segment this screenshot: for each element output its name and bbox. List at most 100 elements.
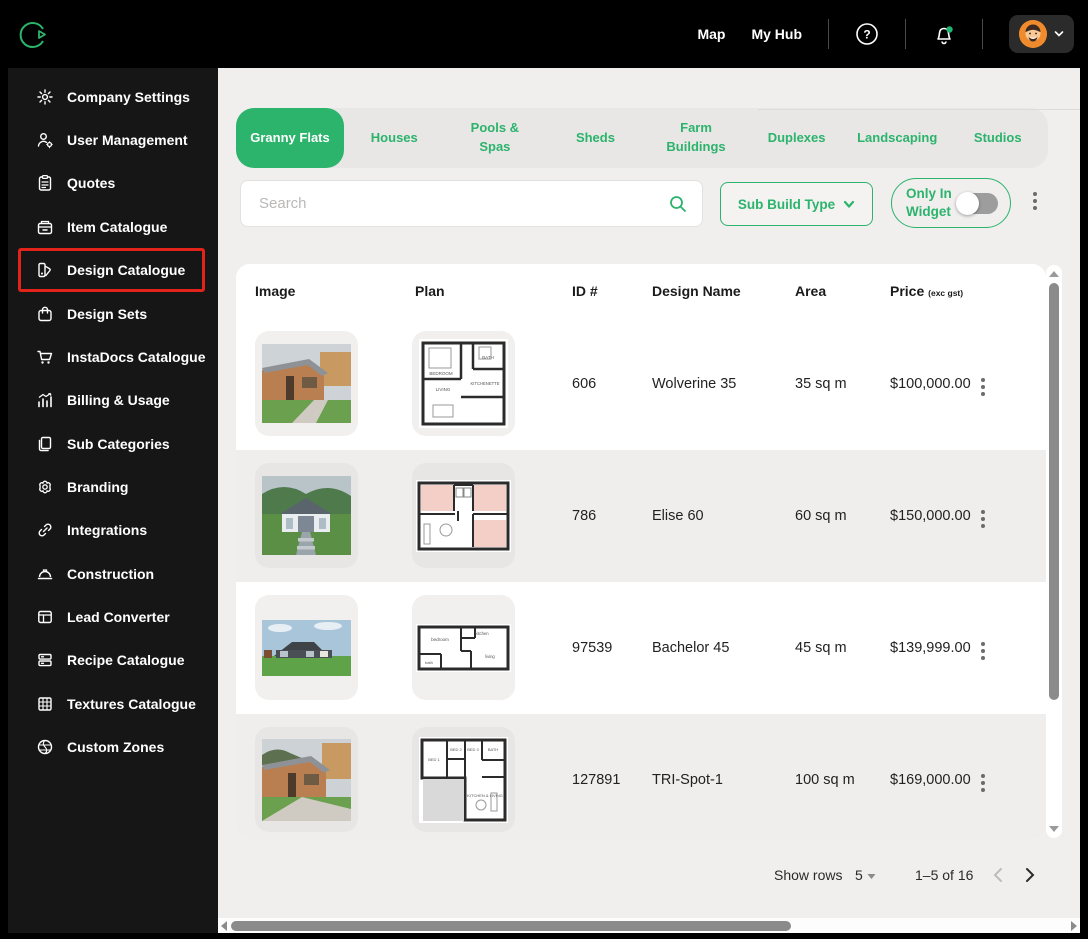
- header-divider: [905, 19, 906, 49]
- svg-text:?: ?: [863, 28, 870, 42]
- app-logo-icon[interactable]: [16, 18, 50, 52]
- design-floor-plan[interactable]: BED 1 BED 2 BED 3 BATH KITCHEN & LIVING: [412, 727, 515, 832]
- tab-sheds[interactable]: Sheds: [545, 108, 646, 168]
- swatches-icon: [38, 262, 51, 278]
- filters-more-options-button[interactable]: [1033, 192, 1037, 210]
- col-image: Image: [255, 283, 296, 299]
- sidebar-item-user-management[interactable]: User Management: [8, 118, 218, 161]
- sidebar-item-label: InstaDocs Catalogue: [67, 349, 206, 366]
- horizontal-scrollbar[interactable]: [218, 918, 1080, 933]
- sidebar-item-branding[interactable]: Branding: [8, 465, 218, 508]
- tab-houses[interactable]: Houses: [344, 108, 445, 168]
- build-type-tabbar: Granny Flats Houses Pools & Spas Sheds F…: [236, 108, 1048, 168]
- sidebar-item-sub-categories[interactable]: Sub Categories: [8, 422, 218, 465]
- drawer-icon: [37, 220, 53, 234]
- cell-area: 35 sq m: [795, 376, 847, 392]
- sidebar-item-lead-converter[interactable]: Lead Converter: [8, 595, 218, 638]
- sidebar-item-label: Item Catalogue: [67, 218, 168, 235]
- svg-text:BEDROOM: BEDROOM: [429, 371, 453, 376]
- sidebar-item-label: Textures Catalogue: [67, 695, 196, 712]
- sidebar-item-label: Branding: [67, 479, 129, 496]
- gear-icon: [37, 88, 53, 105]
- sidebar-item-design-catalogue[interactable]: Design Catalogue: [18, 248, 205, 293]
- table-vertical-scrollbar[interactable]: [1046, 265, 1062, 838]
- design-floor-plan[interactable]: BEDROOM BATH LIVING KITCHENETTE: [412, 331, 515, 436]
- cell-id: 786: [572, 508, 597, 524]
- svg-text:living: living: [485, 654, 495, 659]
- grid-icon: [38, 696, 52, 711]
- sidebar-item-billing-usage[interactable]: Billing & Usage: [8, 379, 218, 422]
- scrollbar-thumb[interactable]: [231, 920, 791, 931]
- sidebar-item-company-settings[interactable]: Company Settings: [8, 75, 218, 118]
- only-in-widget-toggle-group[interactable]: Only In Widget: [891, 178, 1011, 228]
- cell-area: 45 sq m: [795, 640, 847, 656]
- scroll-left-arrow-icon[interactable]: [221, 920, 227, 931]
- design-photo[interactable]: [255, 463, 358, 568]
- design-floor-plan[interactable]: [412, 463, 515, 568]
- tab-landscaping[interactable]: Landscaping: [847, 108, 948, 168]
- tab-duplexes[interactable]: Duplexes: [746, 108, 847, 168]
- next-page-button[interactable]: [1025, 867, 1036, 883]
- sub-build-type-dropdown[interactable]: Sub Build Type: [720, 182, 873, 226]
- tab-granny-flats[interactable]: Granny Flats: [236, 108, 344, 168]
- col-plan: Plan: [415, 283, 445, 299]
- sidebar-item-integrations[interactable]: Integrations: [8, 509, 218, 552]
- svg-text:BED 3: BED 3: [467, 747, 479, 752]
- hard-hat-icon: [37, 568, 53, 579]
- design-floor-plan[interactable]: bedroom kitchen living bath: [412, 595, 515, 700]
- help-icon[interactable]: ?: [855, 22, 879, 46]
- sidebar-item-quotes[interactable]: Quotes: [8, 162, 218, 205]
- notifications-bell-icon[interactable]: [932, 22, 956, 46]
- cell-id: 97539: [572, 640, 613, 656]
- scroll-down-arrow-icon[interactable]: [1049, 826, 1059, 832]
- table-row[interactable]: BEDROOM BATH LIVING KITCHENETTE 606 Wolveri…: [236, 318, 1046, 450]
- tab-farm-buildings[interactable]: Farm Buildings: [646, 108, 747, 168]
- only-in-widget-switch[interactable]: [955, 191, 998, 215]
- sidebar-item-custom-zones[interactable]: Custom Zones: [8, 725, 218, 768]
- table-row[interactable]: bedroom kitchen living bath 97539 Bachelor …: [236, 582, 1046, 714]
- main-content: Granny Flats Houses Pools & Spas Sheds F…: [218, 68, 1080, 933]
- tab-pools-spas[interactable]: Pools & Spas: [445, 108, 546, 168]
- table-row[interactable]: 786 Elise 60 60 sq m $150,000.00: [236, 450, 1046, 582]
- cell-id: 127891: [572, 772, 621, 788]
- col-id: ID #: [572, 283, 598, 299]
- search-box: [240, 180, 703, 227]
- user-menu[interactable]: [1009, 15, 1074, 53]
- sidebar-item-label: User Management: [67, 131, 188, 148]
- sidebar-item-recipe-catalogue[interactable]: Recipe Catalogue: [8, 639, 218, 682]
- price-note: (exc gst): [928, 288, 964, 298]
- previous-page-button[interactable]: [992, 867, 1003, 883]
- row-more-options-button[interactable]: [981, 774, 985, 792]
- sidebar-item-textures-catalogue[interactable]: Textures Catalogue: [8, 682, 218, 725]
- sidebar-item-design-sets[interactable]: Design Sets: [8, 292, 218, 335]
- header-nav: Map My Hub ?: [697, 0, 1074, 68]
- sidebar-item-label: Company Settings: [67, 88, 190, 105]
- chevron-down-icon: [1054, 31, 1064, 37]
- sidebar-item-construction[interactable]: Construction: [8, 552, 218, 595]
- tab-studios[interactable]: Studios: [947, 108, 1048, 168]
- search-icon[interactable]: [668, 194, 688, 214]
- link-icon: [38, 523, 52, 537]
- top-header: Map My Hub ?: [0, 0, 1088, 68]
- table-row[interactable]: BED 1 BED 2 BED 3 BATH KITCHEN & LIVING 1278…: [236, 714, 1046, 840]
- design-photo[interactable]: [255, 595, 358, 700]
- scrollbar-thumb[interactable]: [1049, 283, 1059, 700]
- row-more-options-button[interactable]: [981, 378, 985, 396]
- cell-name: Wolverine 35: [652, 376, 737, 392]
- design-photo[interactable]: [255, 727, 358, 832]
- design-photo[interactable]: [255, 331, 358, 436]
- scroll-up-arrow-icon[interactable]: [1049, 271, 1059, 277]
- sidebar-item-item-catalogue[interactable]: Item Catalogue: [8, 205, 218, 248]
- nav-map-link[interactable]: Map: [697, 26, 725, 42]
- row-more-options-button[interactable]: [981, 510, 985, 528]
- search-input[interactable]: [259, 195, 668, 212]
- cell-name: TRI-Spot-1: [652, 772, 723, 788]
- cell-id: 606: [572, 376, 597, 392]
- sidebar-item-instadocs-catalogue[interactable]: InstaDocs Catalogue: [8, 335, 218, 378]
- row-more-options-button[interactable]: [981, 642, 985, 660]
- nav-myhub-link[interactable]: My Hub: [751, 26, 802, 42]
- bag-icon: [38, 306, 52, 322]
- show-rows-label: Show rows: [774, 867, 843, 883]
- rows-per-page-select[interactable]: 5: [855, 867, 876, 883]
- scroll-right-arrow-icon[interactable]: [1071, 920, 1077, 931]
